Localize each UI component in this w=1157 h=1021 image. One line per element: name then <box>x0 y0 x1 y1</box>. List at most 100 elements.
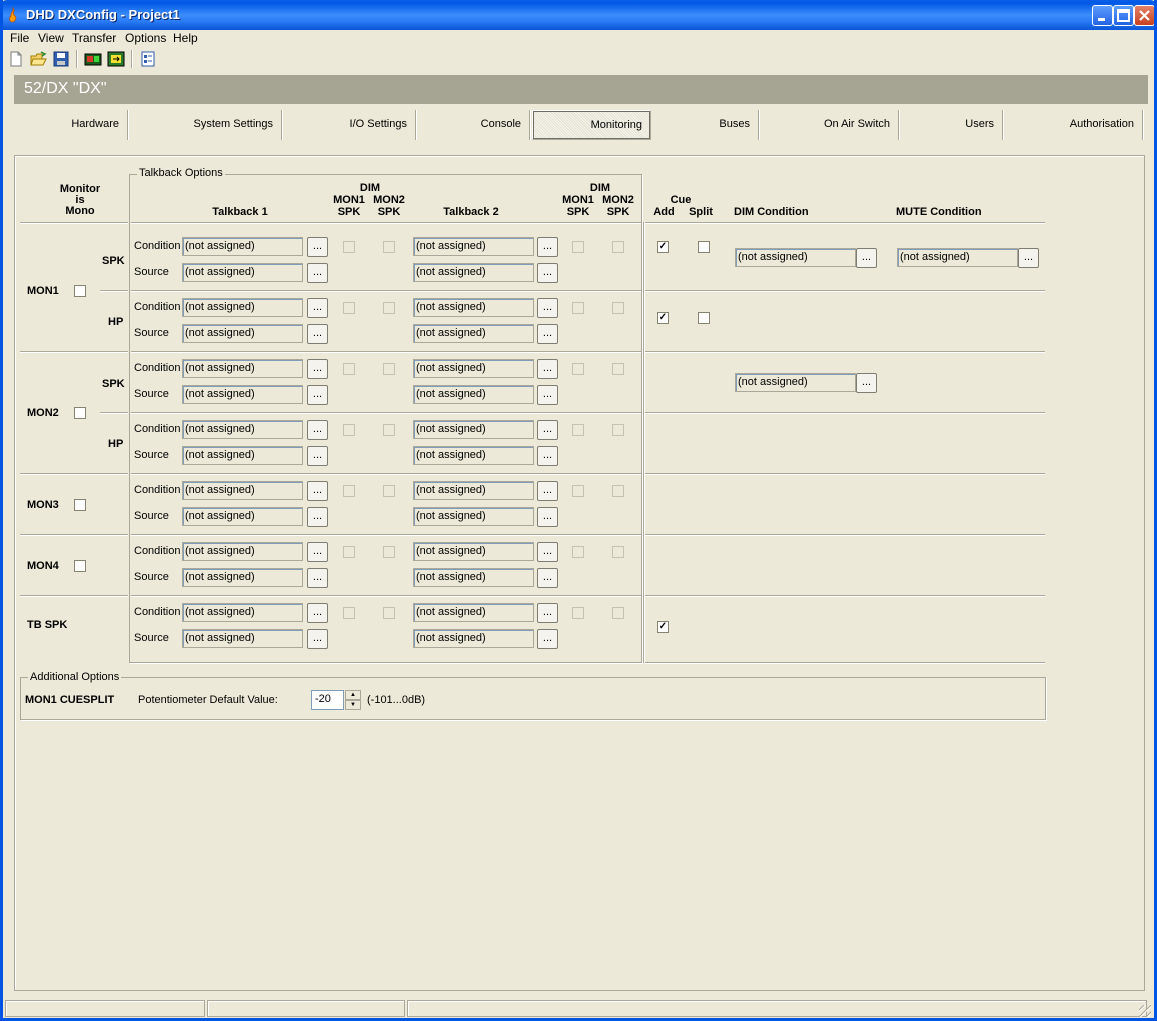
monitor-3-mono-checkbox[interactable] <box>74 560 86 572</box>
row-2-talkback1-source-browse-button[interactable]: ... <box>307 385 328 405</box>
mon1-spk-dim-condition-browse-button[interactable]: ... <box>856 248 877 268</box>
row-5-talkback1-condition-field[interactable]: (not assigned) <box>182 542 303 561</box>
row-2-tb2-dim-mon2spk-checkbox[interactable] <box>612 363 624 375</box>
row-5-talkback1-source-browse-button[interactable]: ... <box>307 568 328 588</box>
row-2-tb1-dim-mon1spk-checkbox[interactable] <box>343 363 355 375</box>
menu-transfer[interactable]: Transfer <box>72 31 116 45</box>
row-6-talkback1-source-field[interactable]: (not assigned) <box>182 629 303 648</box>
row-2-talkback2-source-field[interactable]: (not assigned) <box>413 385 534 404</box>
row-6-talkback1-source-browse-button[interactable]: ... <box>307 629 328 649</box>
row-2-talkback1-source-field[interactable]: (not assigned) <box>182 385 303 404</box>
row-3-talkback2-condition-browse-button[interactable]: ... <box>537 420 558 440</box>
row-0-talkback1-source-field[interactable]: (not assigned) <box>182 263 303 282</box>
tab-users[interactable]: Users <box>901 110 1003 140</box>
row-5-talkback1-source-field[interactable]: (not assigned) <box>182 568 303 587</box>
row-0-tb1-dim-mon2spk-checkbox[interactable] <box>383 241 395 253</box>
row-3-tb2-dim-mon1spk-checkbox[interactable] <box>572 424 584 436</box>
save-disk-icon[interactable] <box>52 50 70 68</box>
row-4-tb2-dim-mon1spk-checkbox[interactable] <box>572 485 584 497</box>
row-5-tb2-dim-mon1spk-checkbox[interactable] <box>572 546 584 558</box>
row-2-talkback2-condition-browse-button[interactable]: ... <box>537 359 558 379</box>
row-1-tb1-dim-mon2spk-checkbox[interactable] <box>383 302 395 314</box>
row-5-talkback2-source-browse-button[interactable]: ... <box>537 568 558 588</box>
row-6-tb2-dim-mon1spk-checkbox[interactable] <box>572 607 584 619</box>
row-0-talkback2-source-browse-button[interactable]: ... <box>537 263 558 283</box>
row-0-talkback1-condition-field[interactable]: (not assigned) <box>182 237 303 256</box>
row-2-tb2-dim-mon1spk-checkbox[interactable] <box>572 363 584 375</box>
row-1-talkback1-condition-browse-button[interactable]: ... <box>307 298 328 318</box>
row-1-talkback1-source-browse-button[interactable]: ... <box>307 324 328 344</box>
row-5-talkback2-condition-field[interactable]: (not assigned) <box>413 542 534 561</box>
menu-help[interactable]: Help <box>173 31 198 45</box>
row-6-talkback2-source-browse-button[interactable]: ... <box>537 629 558 649</box>
row-0-talkback2-condition-browse-button[interactable]: ... <box>537 237 558 257</box>
new-file-icon[interactable] <box>7 50 25 68</box>
menu-file[interactable]: File <box>10 31 29 45</box>
row-3-tb2-dim-mon2spk-checkbox[interactable] <box>612 424 624 436</box>
monitor-1-mono-checkbox[interactable] <box>74 407 86 419</box>
cue-add-checkbox-2[interactable]: ✓ <box>657 621 669 633</box>
potentiometer-value-input[interactable]: -20 <box>311 690 344 710</box>
row-5-tb1-dim-mon2spk-checkbox[interactable] <box>383 546 395 558</box>
cue-split-checkbox-1[interactable] <box>698 312 710 324</box>
row-6-talkback2-condition-browse-button[interactable]: ... <box>537 603 558 623</box>
tab-buses[interactable]: Buses <box>653 110 759 140</box>
row-0-talkback2-source-field[interactable]: (not assigned) <box>413 263 534 282</box>
row-3-tb1-dim-mon1spk-checkbox[interactable] <box>343 424 355 436</box>
properties-icon[interactable] <box>139 50 157 68</box>
row-5-tb1-dim-mon1spk-checkbox[interactable] <box>343 546 355 558</box>
cue-split-checkbox-0[interactable] <box>698 241 710 253</box>
tab-on-air-switch[interactable]: On Air Switch <box>761 110 899 140</box>
row-2-talkback2-condition-field[interactable]: (not assigned) <box>413 359 534 378</box>
row-0-talkback1-condition-browse-button[interactable]: ... <box>307 237 328 257</box>
row-0-talkback2-condition-field[interactable]: (not assigned) <box>413 237 534 256</box>
monitor-0-mono-checkbox[interactable] <box>74 285 86 297</box>
row-6-tb1-dim-mon1spk-checkbox[interactable] <box>343 607 355 619</box>
row-4-talkback1-source-browse-button[interactable]: ... <box>307 507 328 527</box>
row-2-talkback1-condition-browse-button[interactable]: ... <box>307 359 328 379</box>
row-6-talkback2-condition-field[interactable]: (not assigned) <box>413 603 534 622</box>
row-6-talkback2-source-field[interactable]: (not assigned) <box>413 629 534 648</box>
row-6-talkback1-condition-field[interactable]: (not assigned) <box>182 603 303 622</box>
row-3-talkback1-source-field[interactable]: (not assigned) <box>182 446 303 465</box>
row-4-talkback1-condition-field[interactable]: (not assigned) <box>182 481 303 500</box>
row-3-talkback2-source-field[interactable]: (not assigned) <box>413 446 534 465</box>
row-2-tb1-dim-mon2spk-checkbox[interactable] <box>383 363 395 375</box>
tab-system-settings[interactable]: System Settings <box>130 110 282 140</box>
row-6-tb2-dim-mon2spk-checkbox[interactable] <box>612 607 624 619</box>
tab-console[interactable]: Console <box>418 110 530 140</box>
row-5-talkback1-condition-browse-button[interactable]: ... <box>307 542 328 562</box>
tab-i-o-settings[interactable]: I/O Settings <box>284 110 416 140</box>
row-2-talkback2-source-browse-button[interactable]: ... <box>537 385 558 405</box>
row-3-tb1-dim-mon2spk-checkbox[interactable] <box>383 424 395 436</box>
row-4-talkback1-condition-browse-button[interactable]: ... <box>307 481 328 501</box>
menu-view[interactable]: View <box>38 31 64 45</box>
row-0-talkback1-source-browse-button[interactable]: ... <box>307 263 328 283</box>
row-3-talkback1-condition-field[interactable]: (not assigned) <box>182 420 303 439</box>
row-1-talkback2-source-browse-button[interactable]: ... <box>537 324 558 344</box>
mon2-spk-dim-condition-browse-button[interactable]: ... <box>856 373 877 393</box>
tab-monitoring[interactable]: Monitoring <box>532 110 651 140</box>
row-6-talkback1-condition-browse-button[interactable]: ... <box>307 603 328 623</box>
row-0-tb1-dim-mon1spk-checkbox[interactable] <box>343 241 355 253</box>
resize-grip[interactable] <box>1139 1005 1151 1017</box>
row-0-tb2-dim-mon2spk-checkbox[interactable] <box>612 241 624 253</box>
row-3-talkback1-condition-browse-button[interactable]: ... <box>307 420 328 440</box>
row-4-tb1-dim-mon2spk-checkbox[interactable] <box>383 485 395 497</box>
cue-add-checkbox-0[interactable]: ✓ <box>657 241 669 253</box>
spin-up-button[interactable]: ▲ <box>345 690 361 700</box>
row-0-tb2-dim-mon1spk-checkbox[interactable] <box>572 241 584 253</box>
device-transfer-icon[interactable] <box>107 50 125 68</box>
row-4-talkback2-source-browse-button[interactable]: ... <box>537 507 558 527</box>
device-online-icon[interactable] <box>84 50 102 68</box>
cue-add-checkbox-1[interactable]: ✓ <box>657 312 669 324</box>
row-4-talkback1-source-field[interactable]: (not assigned) <box>182 507 303 526</box>
row-5-tb2-dim-mon2spk-checkbox[interactable] <box>612 546 624 558</box>
row-4-talkback2-source-field[interactable]: (not assigned) <box>413 507 534 526</box>
monitor-2-mono-checkbox[interactable] <box>74 499 86 511</box>
row-4-tb2-dim-mon2spk-checkbox[interactable] <box>612 485 624 497</box>
row-1-talkback1-source-field[interactable]: (not assigned) <box>182 324 303 343</box>
mon1-spk-mute-condition-field[interactable]: (not assigned) <box>897 248 1018 267</box>
row-3-talkback1-source-browse-button[interactable]: ... <box>307 446 328 466</box>
row-6-tb1-dim-mon2spk-checkbox[interactable] <box>383 607 395 619</box>
